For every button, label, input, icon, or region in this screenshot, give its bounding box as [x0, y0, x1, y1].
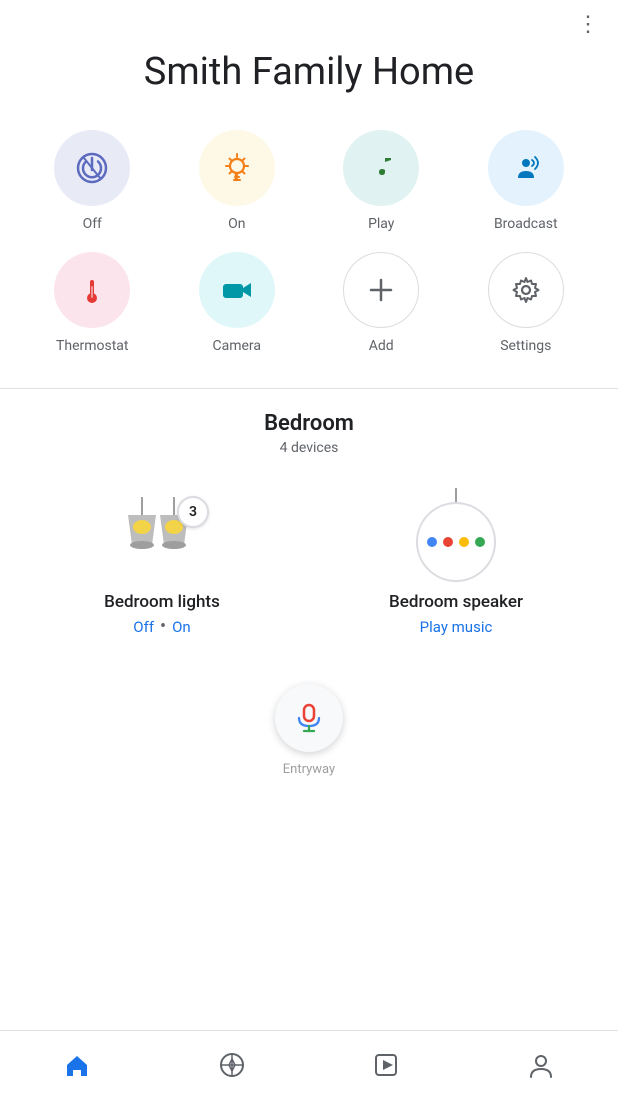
- action-label-settings: Settings: [500, 338, 551, 354]
- nav-account[interactable]: [464, 1031, 618, 1098]
- speaker-stem: [455, 488, 457, 502]
- action-item-settings[interactable]: Settings: [454, 242, 599, 364]
- action-label-play: Play: [368, 216, 394, 232]
- action-item-add[interactable]: Add: [309, 242, 454, 364]
- dot-red: [443, 537, 453, 547]
- nav-explore[interactable]: [155, 1031, 310, 1098]
- action-label-broadcast: Broadcast: [494, 216, 558, 232]
- action-circle-settings: [488, 252, 564, 328]
- speaker-wrap: [416, 488, 496, 582]
- action-item-play[interactable]: Play: [309, 120, 454, 242]
- status-dot: •: [160, 621, 166, 634]
- explore-icon: [218, 1051, 246, 1079]
- action-label-thermostat: Thermostat: [56, 338, 129, 354]
- bedroom-lights-status: Off • On: [133, 618, 190, 636]
- dot-green: [475, 537, 485, 547]
- device-card-bedroom-lights[interactable]: 3 Bedroom lights Off • On: [20, 478, 304, 654]
- dot-yellow: [459, 537, 469, 547]
- nav-home[interactable]: [0, 1031, 155, 1098]
- action-circle-camera: [199, 252, 275, 328]
- nav-media[interactable]: [309, 1031, 464, 1098]
- devices-row: 3 Bedroom lights Off • On: [20, 478, 598, 654]
- broadcast-icon: [508, 150, 544, 186]
- lights-badge: 3: [177, 496, 209, 528]
- actions-grid: Off On: [0, 120, 618, 384]
- dot-blue: [427, 537, 437, 547]
- on-icon: [219, 150, 255, 186]
- status-on-label[interactable]: On: [172, 618, 191, 636]
- header: ⋮: [0, 0, 618, 36]
- settings-icon: [508, 272, 544, 308]
- mic-fab-button[interactable]: [275, 684, 343, 752]
- more-options-icon[interactable]: ⋮: [577, 14, 600, 36]
- play-icon: [363, 150, 399, 186]
- section-divider: [0, 388, 618, 389]
- camera-icon: [219, 272, 255, 308]
- speaker-action-label[interactable]: Play music: [420, 618, 493, 636]
- mic-fab-wrap: [0, 684, 618, 752]
- action-item-on[interactable]: On: [165, 120, 310, 242]
- action-item-camera[interactable]: Camera: [165, 242, 310, 364]
- bottom-nav: [0, 1030, 618, 1098]
- speaker-dots: [427, 537, 485, 547]
- action-item-thermostat[interactable]: Thermostat: [20, 242, 165, 364]
- bedroom-speaker-status: Play music: [420, 618, 493, 636]
- action-circle-on: [199, 130, 275, 206]
- action-circle-thermostat: [54, 252, 130, 328]
- account-icon: [527, 1051, 555, 1079]
- room-device-count: 4 devices: [20, 440, 598, 456]
- action-label-add: Add: [369, 338, 394, 354]
- mic-icon: [292, 701, 326, 735]
- home-icon: [63, 1051, 91, 1079]
- off-icon: [74, 150, 110, 186]
- media-icon: [372, 1051, 400, 1079]
- entryway-label: Entryway: [0, 762, 618, 783]
- action-circle-play: [343, 130, 419, 206]
- action-label-on: On: [228, 216, 245, 232]
- action-circle-broadcast: [488, 130, 564, 206]
- add-icon: [363, 272, 399, 308]
- speaker-circle: [416, 502, 496, 582]
- bedroom-lights-icon-wrap: 3: [107, 492, 217, 582]
- action-label-camera: Camera: [212, 338, 261, 354]
- home-title: Smith Family Home: [0, 36, 618, 120]
- bedroom-lights-name: Bedroom lights: [104, 592, 220, 612]
- bedroom-speaker-icon-wrap: [401, 492, 511, 582]
- device-card-bedroom-speaker[interactable]: Bedroom speaker Play music: [314, 478, 598, 654]
- room-title: Bedroom: [20, 411, 598, 436]
- thermostat-icon: [74, 272, 110, 308]
- action-circle-off: [54, 130, 130, 206]
- status-off-label[interactable]: Off: [133, 618, 154, 636]
- room-section: Bedroom 4 devices 3: [0, 411, 618, 654]
- bedroom-speaker-name: Bedroom speaker: [389, 592, 523, 612]
- action-label-off: Off: [83, 216, 102, 232]
- action-item-broadcast[interactable]: Broadcast: [454, 120, 599, 242]
- action-circle-add: [343, 252, 419, 328]
- action-item-off[interactable]: Off: [20, 120, 165, 242]
